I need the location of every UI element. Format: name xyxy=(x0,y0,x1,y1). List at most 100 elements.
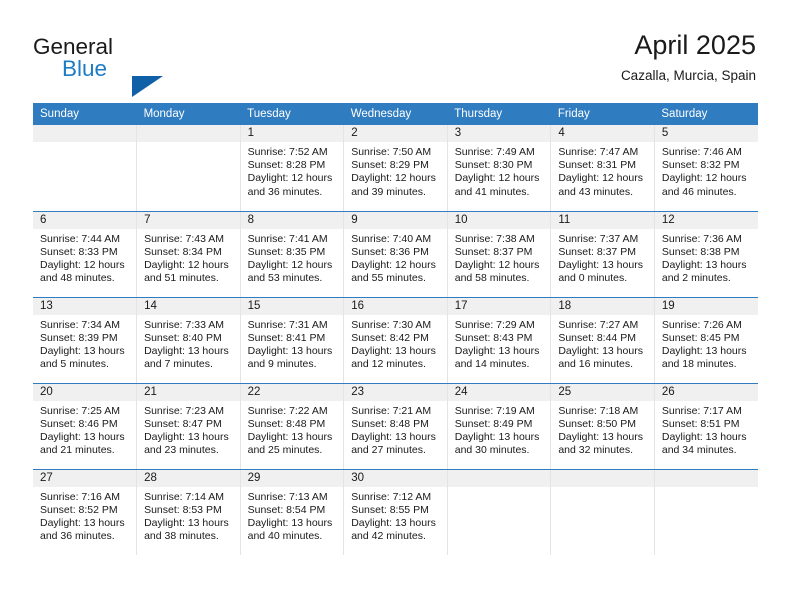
sunset-time: Sunset: 8:29 PM xyxy=(351,159,429,172)
day-details: Sunrise: 7:13 AM Sunset: 8:54 PM Daylight:… xyxy=(241,487,344,544)
day-number: 2 xyxy=(344,125,447,142)
daylight-duration-line1: Daylight: 13 hours xyxy=(558,344,643,357)
calendar-day-cell[interactable]: 3 Sunrise: 7:49 AM Sunset: 8:30 PM Daylight… xyxy=(447,125,552,212)
calendar-day-cell[interactable]: 12 Sunrise: 7:36 AM Sunset: 8:38 PM Dayligh… xyxy=(654,211,758,298)
daylight-duration-line2: and 34 minutes. xyxy=(661,444,737,457)
sunset-time: Sunset: 8:54 PM xyxy=(247,503,326,516)
sunrise-time: Sunrise: 7:25 AM xyxy=(40,404,120,417)
daylight-duration-line2: and 9 minutes. xyxy=(247,358,317,371)
calendar-day-cell[interactable]: 25 Sunrise: 7:18 AM Sunset: 8:50 PM Dayligh… xyxy=(550,383,655,470)
daylight-duration-line1: Daylight: 13 hours xyxy=(247,344,333,357)
calendar-week-row: 27 Sunrise: 7:16 AM Sunset: 8:52 PM Dayligh… xyxy=(33,469,758,555)
calendar-day-cell[interactable]: 22 Sunrise: 7:22 AM Sunset: 8:48 PM Dayligh… xyxy=(240,383,345,470)
calendar-day-cell[interactable]: 1 Sunrise: 7:52 AM Sunset: 8:28 PM Daylight… xyxy=(240,125,345,212)
calendar-day-cell[interactable]: 30 Sunrise: 7:12 AM Sunset: 8:55 PM Dayligh… xyxy=(343,469,448,555)
daylight-duration-line1: Daylight: 13 hours xyxy=(40,430,125,443)
calendar-day-cell[interactable]: 5 Sunrise: 7:46 AM Sunset: 8:32 PM Daylight… xyxy=(654,125,758,212)
calendar-day-cell[interactable]: 20 Sunrise: 7:25 AM Sunset: 8:46 PM Dayligh… xyxy=(33,383,138,470)
calendar-day-cell[interactable]: 29 Sunrise: 7:13 AM Sunset: 8:54 PM Dayligh… xyxy=(240,469,345,555)
day-number: 6 xyxy=(33,211,137,229)
daylight-duration-line1: Daylight: 13 hours xyxy=(351,344,436,357)
daylight-duration-line2: and 7 minutes. xyxy=(144,358,213,371)
daylight-duration-line2: and 36 minutes. xyxy=(40,530,115,543)
day-details: Sunrise: 7:19 AM Sunset: 8:49 PM Daylight:… xyxy=(448,401,551,458)
day-details: Sunrise: 7:37 AM Sunset: 8:37 PM Daylight:… xyxy=(551,229,654,286)
calendar-day-cell[interactable]: 21 Sunrise: 7:23 AM Sunset: 8:47 PM Dayligh… xyxy=(136,383,241,470)
daylight-duration-line2: and 36 minutes. xyxy=(247,185,323,198)
sunset-time: Sunset: 8:37 PM xyxy=(558,245,636,258)
daylight-duration-line2: and 43 minutes. xyxy=(558,185,634,198)
calendar-day-cell[interactable]: 15 Sunrise: 7:31 AM Sunset: 8:41 PM Dayligh… xyxy=(240,297,345,384)
day-details: Sunrise: 7:17 AM Sunset: 8:51 PM Daylight:… xyxy=(655,401,758,458)
calendar-day-cell[interactable]: 23 Sunrise: 7:21 AM Sunset: 8:48 PM Dayligh… xyxy=(343,383,448,470)
day-details: Sunrise: 7:12 AM Sunset: 8:55 PM Daylight:… xyxy=(344,487,447,544)
day-details: Sunrise: 7:31 AM Sunset: 8:41 PM Daylight:… xyxy=(241,315,344,372)
day-number xyxy=(551,469,654,487)
day-details: Sunrise: 7:21 AM Sunset: 8:48 PM Daylight:… xyxy=(344,401,447,458)
day-number: 18 xyxy=(551,297,654,315)
sunrise-time: Sunrise: 7:49 AM xyxy=(454,146,535,158)
sunrise-time: Sunrise: 7:44 AM xyxy=(40,232,120,245)
sunrise-time: Sunrise: 7:19 AM xyxy=(454,404,535,417)
calendar-day-cell[interactable]: 28 Sunrise: 7:14 AM Sunset: 8:53 PM Dayligh… xyxy=(136,469,241,555)
sunset-time: Sunset: 8:43 PM xyxy=(454,331,533,344)
daylight-duration-line1: Daylight: 13 hours xyxy=(351,516,436,529)
daylight-duration-line2: and 30 minutes. xyxy=(454,444,530,457)
daylight-duration-line2: and 46 minutes. xyxy=(661,185,737,198)
sunrise-time: Sunrise: 7:29 AM xyxy=(454,318,535,331)
day-details: Sunrise: 7:50 AM Sunset: 8:29 PM Daylight:… xyxy=(344,142,447,199)
calendar-day-cell[interactable]: 4 Sunrise: 7:47 AM Sunset: 8:31 PM Daylight… xyxy=(550,125,655,212)
calendar-day-cell[interactable]: 27 Sunrise: 7:16 AM Sunset: 8:52 PM Dayligh… xyxy=(33,469,138,555)
daylight-duration-line1: Daylight: 13 hours xyxy=(661,430,747,443)
brand-logo[interactable]: General Blue xyxy=(33,34,263,97)
calendar-day-cell[interactable]: 17 Sunrise: 7:29 AM Sunset: 8:43 PM Dayligh… xyxy=(447,297,552,384)
daylight-duration-line2: and 39 minutes. xyxy=(351,185,426,198)
calendar-day-cell[interactable]: 13 Sunrise: 7:34 AM Sunset: 8:39 PM Dayligh… xyxy=(33,297,138,384)
calendar-page: General Blue April 2025 Cazalla, Murcia,… xyxy=(0,0,792,612)
calendar-day-cell[interactable]: 2 Sunrise: 7:50 AM Sunset: 8:29 PM Daylight… xyxy=(343,125,448,212)
daylight-duration-line1: Daylight: 13 hours xyxy=(558,258,643,271)
day-details: Sunrise: 7:34 AM Sunset: 8:39 PM Daylight:… xyxy=(33,315,136,372)
sunrise-time: Sunrise: 7:33 AM xyxy=(144,318,225,331)
calendar-day-cell[interactable]: 26 Sunrise: 7:17 AM Sunset: 8:51 PM Dayligh… xyxy=(654,383,758,470)
calendar-day-cell[interactable]: 19 Sunrise: 7:26 AM Sunset: 8:45 PM Dayligh… xyxy=(654,297,758,384)
calendar-day-cell[interactable]: 8 Sunrise: 7:41 AM Sunset: 8:35 PM Daylight… xyxy=(240,211,345,298)
sunset-time: Sunset: 8:44 PM xyxy=(558,331,636,344)
calendar-day-cell[interactable]: 18 Sunrise: 7:27 AM Sunset: 8:44 PM Dayligh… xyxy=(550,297,655,384)
calendar-day-cell[interactable]: 11 Sunrise: 7:37 AM Sunset: 8:37 PM Dayligh… xyxy=(550,211,655,298)
daylight-duration-line1: Daylight: 12 hours xyxy=(351,172,436,185)
daylight-duration-line2: and 18 minutes. xyxy=(661,358,737,371)
sunset-time: Sunset: 8:50 PM xyxy=(558,417,636,430)
daylight-duration-line2: and 2 minutes. xyxy=(661,272,731,285)
day-details: Sunrise: 7:14 AM Sunset: 8:53 PM Daylight:… xyxy=(137,487,240,544)
sunrise-time: Sunrise: 7:36 AM xyxy=(661,232,742,245)
sunrise-time: Sunrise: 7:17 AM xyxy=(661,404,742,417)
calendar-day-cell[interactable]: 9 Sunrise: 7:40 AM Sunset: 8:36 PM Daylight… xyxy=(343,211,448,298)
daylight-duration-line1: Daylight: 13 hours xyxy=(144,430,229,443)
brand-name-blue: Blue xyxy=(62,56,108,81)
sunset-time: Sunset: 8:40 PM xyxy=(144,331,222,344)
calendar-week-row: 1 Sunrise: 7:52 AM Sunset: 8:28 PM Daylight… xyxy=(33,125,758,212)
day-number: 12 xyxy=(654,211,758,229)
calendar-empty-cell xyxy=(447,469,552,555)
day-details: Sunrise: 7:46 AM Sunset: 8:32 PM Daylight:… xyxy=(655,142,758,199)
day-number: 21 xyxy=(137,383,240,401)
calendar-day-cell[interactable]: 7 Sunrise: 7:43 AM Sunset: 8:34 PM Daylight… xyxy=(136,211,241,298)
sunrise-time: Sunrise: 7:21 AM xyxy=(351,404,432,417)
calendar-empty-cell xyxy=(33,125,138,212)
day-details: Sunrise: 7:23 AM Sunset: 8:47 PM Daylight:… xyxy=(137,401,240,458)
calendar-day-cell[interactable]: 16 Sunrise: 7:30 AM Sunset: 8:42 PM Dayligh… xyxy=(343,297,448,384)
daylight-duration-line1: Daylight: 12 hours xyxy=(454,172,540,185)
calendar-day-cell[interactable]: 14 Sunrise: 7:33 AM Sunset: 8:40 PM Dayligh… xyxy=(136,297,241,384)
daylight-duration-line1: Daylight: 13 hours xyxy=(351,430,436,443)
day-number xyxy=(654,469,758,487)
daylight-duration-line1: Daylight: 12 hours xyxy=(144,258,229,271)
sunset-time: Sunset: 8:38 PM xyxy=(661,245,740,258)
daylight-duration-line1: Daylight: 12 hours xyxy=(247,258,333,271)
calendar-day-cell[interactable]: 24 Sunrise: 7:19 AM Sunset: 8:49 PM Dayligh… xyxy=(447,383,552,470)
calendar-day-cell[interactable]: 10 Sunrise: 7:38 AM Sunset: 8:37 PM Dayligh… xyxy=(447,211,552,298)
day-number: 5 xyxy=(654,125,758,142)
weekday-header-saturday: Saturday xyxy=(654,103,758,125)
calendar-day-cell[interactable]: 6 Sunrise: 7:44 AM Sunset: 8:33 PM Daylight… xyxy=(33,211,138,298)
daylight-duration-line2: and 25 minutes. xyxy=(247,444,323,457)
